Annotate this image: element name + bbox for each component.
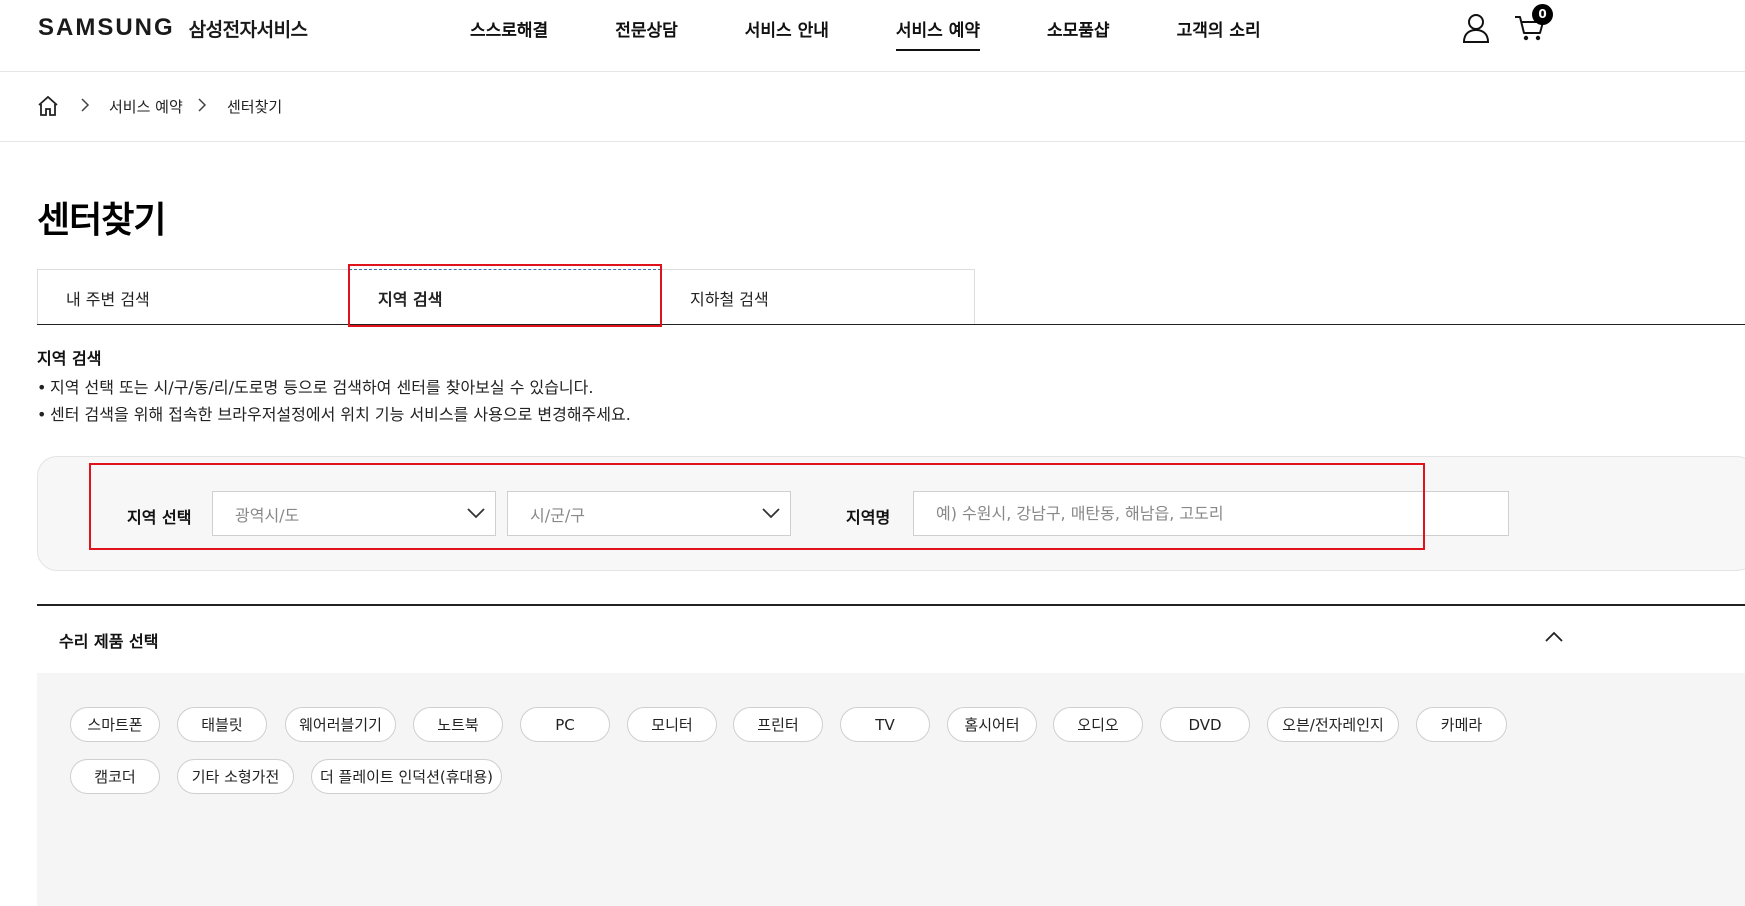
- product-chip[interactable]: 태블릿: [177, 707, 267, 742]
- product-chip[interactable]: 모니터: [627, 707, 717, 742]
- nav-consult[interactable]: 전문상담: [615, 16, 678, 51]
- product-chip[interactable]: 홈시어터: [947, 707, 1037, 742]
- province-select-value: 광역시/도: [235, 505, 300, 525]
- breadcrumb-service-reservation[interactable]: 서비스 예약: [109, 96, 183, 117]
- product-section-title: 수리 제품 선택: [59, 632, 159, 651]
- product-chip[interactable]: 웨어러블기기: [285, 707, 396, 742]
- brand-wordmark: SAMSUNG: [38, 14, 175, 41]
- section-title: 지역 검색: [37, 349, 102, 368]
- chevron-right-icon: [198, 98, 207, 112]
- breadcrumb-current: 센터찾기: [227, 98, 283, 116]
- breadcrumb: 서비스 예약 센터찾기: [0, 73, 1745, 142]
- search-tabs: 내 주변 검색 지역 검색 지하철 검색: [37, 269, 975, 325]
- nav-service-guide[interactable]: 서비스 안내: [745, 16, 829, 51]
- tab-underline: [37, 324, 1745, 325]
- product-chip[interactable]: 더 플레이트 인덕션(휴대용): [311, 759, 502, 794]
- product-chip[interactable]: 오디오: [1053, 707, 1143, 742]
- cart-count-badge: 0: [1532, 4, 1553, 25]
- product-chip[interactable]: 기타 소형가전: [177, 759, 294, 794]
- province-select[interactable]: 광역시/도: [212, 491, 496, 536]
- city-select-value: 시/군/구: [530, 505, 585, 525]
- chevron-right-icon: [81, 98, 90, 112]
- chevron-down-icon: [762, 508, 780, 519]
- site-header: SAMSUNG 삼성전자서비스 스스로해결 전문상담 서비스 안내 서비스 예약…: [0, 0, 1745, 72]
- product-section-divider: [37, 604, 1745, 606]
- brand-subtitle: 삼성전자서비스: [188, 18, 308, 41]
- page-title: 센터찾기: [37, 200, 166, 241]
- tab-nearby-search[interactable]: 내 주변 검색: [37, 269, 349, 325]
- region-select-label: 지역 선택: [127, 508, 192, 527]
- product-chip[interactable]: DVD: [1160, 707, 1250, 742]
- chevron-up-icon[interactable]: [1545, 631, 1563, 643]
- tab-region-search[interactable]: 지역 검색: [349, 269, 661, 325]
- product-chip[interactable]: 오븐/전자레인지: [1267, 707, 1399, 742]
- nav-consumables-shop[interactable]: 소모품샵: [1047, 16, 1110, 51]
- nav-service-reservation[interactable]: 서비스 예약: [895, 16, 981, 51]
- product-chip[interactable]: PC: [520, 707, 610, 742]
- nav-self-solve[interactable]: 스스로해결: [470, 16, 548, 51]
- chevron-down-icon: [467, 508, 485, 519]
- area-name-label: 지역명: [846, 508, 891, 527]
- home-icon[interactable]: [37, 95, 59, 117]
- samsung-logo[interactable]: SAMSUNG 삼성전자서비스: [38, 14, 308, 42]
- guide-list: 지역 선택 또는 시/구/동/리/도로명 등으로 검색하여 센터를 찾아보실 수…: [37, 377, 631, 431]
- product-chip[interactable]: TV: [840, 707, 930, 742]
- city-select[interactable]: 시/군/구: [507, 491, 791, 536]
- area-name-input[interactable]: [913, 491, 1509, 536]
- product-chip[interactable]: 프린터: [733, 707, 823, 742]
- product-chip[interactable]: 노트북: [413, 707, 503, 742]
- product-chip[interactable]: 캠코더: [70, 759, 160, 794]
- main-nav: 스스로해결 전문상담 서비스 안내 서비스 예약 소모품샵 고객의 소리: [470, 16, 1328, 51]
- product-chip[interactable]: 카메라: [1416, 707, 1507, 742]
- guide-item: 지역 선택 또는 시/구/동/리/도로명 등으로 검색하여 센터를 찾아보실 수…: [37, 377, 631, 404]
- guide-item: 센터 검색을 위해 접속한 브라우저설정에서 위치 기능 서비스를 사용으로 변…: [37, 404, 631, 431]
- user-icon[interactable]: [1462, 13, 1490, 43]
- nav-customer-voice[interactable]: 고객의 소리: [1177, 16, 1261, 51]
- tab-subway-search[interactable]: 지하철 검색: [661, 269, 975, 325]
- product-chip[interactable]: 스마트폰: [70, 707, 160, 742]
